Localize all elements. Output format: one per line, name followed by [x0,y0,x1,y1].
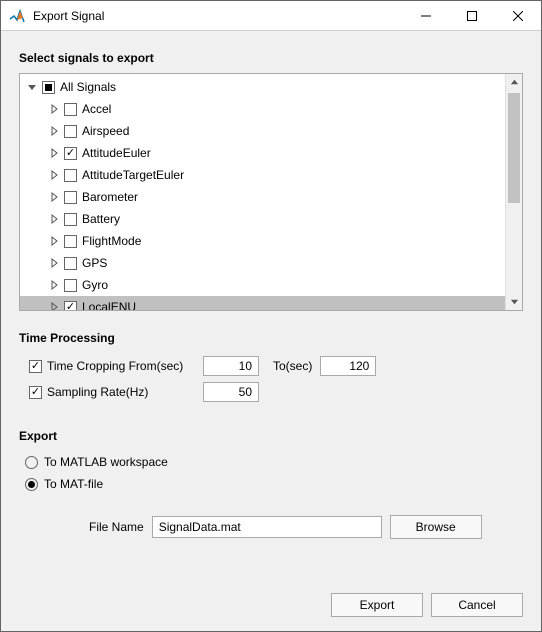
sampling-rate-label: Sampling Rate(Hz) [47,385,195,399]
browse-button[interactable]: Browse [390,515,482,539]
tree-row[interactable]: Barometer [20,186,505,208]
tree-item-label: Airspeed [82,124,129,138]
export-workspace-radio[interactable] [25,456,38,469]
tree-item-label: Battery [82,212,120,226]
tree-item-label: Gyro [82,278,108,292]
export-matfile-label: To MAT-file [44,477,103,491]
export-workspace-row[interactable]: To MATLAB workspace [25,451,523,473]
tree-row[interactable]: Gyro [20,274,505,296]
sampling-rate-input[interactable] [203,382,259,402]
tree-row[interactable]: Battery [20,208,505,230]
sampling-rate-row: ✓ Sampling Rate(Hz) [29,379,523,405]
time-processing-heading: Time Processing [19,331,523,345]
export-matfile-radio[interactable] [25,478,38,491]
tree-row[interactable]: ✓ AttitudeEuler [20,142,505,164]
tree-root-checkbox[interactable] [42,81,55,94]
time-cropping-label: Time Cropping From(sec) [47,359,195,373]
tree-scrollbar[interactable] [505,74,522,310]
tree-row[interactable]: FlightMode [20,230,505,252]
crop-to-input[interactable] [320,356,376,376]
tree-item-label: FlightMode [82,234,141,248]
tree-item-label: Barometer [82,190,138,204]
tree-root-row[interactable]: All Signals [20,76,505,98]
signal-tree-body[interactable]: All Signals Accel Airspeed ✓ AttitudeEuler A… [20,74,505,310]
titlebar: Export Signal [1,1,541,31]
tree-item-label: LocalENU [82,300,136,310]
tree-item-checkbox[interactable]: ✓ [64,301,77,311]
expander-right-icon[interactable] [48,301,60,310]
window-title: Export Signal [33,9,403,23]
tree-root-label: All Signals [60,80,116,94]
tree-item-checkbox[interactable] [64,213,77,226]
time-cropping-row: ✓ Time Cropping From(sec) To(sec) [29,353,523,379]
export-heading: Export [19,429,523,443]
export-workspace-label: To MATLAB workspace [44,455,168,469]
minimize-button[interactable] [403,1,449,31]
tree-item-checkbox[interactable]: ✓ [64,147,77,160]
expander-right-icon[interactable] [48,169,60,181]
maximize-button[interactable] [449,1,495,31]
tree-item-checkbox[interactable] [64,235,77,248]
tree-item-checkbox[interactable] [64,169,77,182]
crop-to-label: To(sec) [273,359,312,373]
tree-row[interactable]: ✓ LocalENU [20,296,505,310]
scroll-thumb[interactable] [508,93,520,203]
tree-row[interactable]: GPS [20,252,505,274]
cancel-button[interactable]: Cancel [431,593,523,617]
expander-down-icon[interactable] [26,81,38,93]
expander-right-icon[interactable] [48,235,60,247]
dialog-footer: Export Cancel [19,571,523,617]
time-processing-section: Time Processing ✓ Time Cropping From(sec… [19,325,523,405]
tree-row[interactable]: Accel [20,98,505,120]
tree-item-label: AttitudeTargetEuler [82,168,184,182]
scroll-up-icon[interactable] [506,74,522,91]
expander-right-icon[interactable] [48,125,60,137]
export-section: Export To MATLAB workspace To MAT-file F… [19,423,523,539]
signal-tree: All Signals Accel Airspeed ✓ AttitudeEuler A… [19,73,523,311]
tree-item-checkbox[interactable] [64,103,77,116]
expander-right-icon[interactable] [48,147,60,159]
export-matfile-row[interactable]: To MAT-file [25,473,523,495]
tree-item-label: AttitudeEuler [82,146,151,160]
export-button[interactable]: Export [331,593,423,617]
close-button[interactable] [495,1,541,31]
crop-from-input[interactable] [203,356,259,376]
tree-item-checkbox[interactable] [64,257,77,270]
dialog-content: Select signals to export All Signals Acc… [1,31,541,631]
expander-right-icon[interactable] [48,103,60,115]
scroll-down-icon[interactable] [506,293,522,310]
tree-item-label: GPS [82,256,107,270]
tree-item-label: Accel [82,102,111,116]
expander-right-icon[interactable] [48,257,60,269]
expander-right-icon[interactable] [48,279,60,291]
file-name-input[interactable] [152,516,382,538]
file-name-label: File Name [89,520,144,534]
expander-right-icon[interactable] [48,213,60,225]
expander-right-icon[interactable] [48,191,60,203]
tree-row[interactable]: Airspeed [20,120,505,142]
tree-row[interactable]: AttitudeTargetEuler [20,164,505,186]
time-cropping-checkbox[interactable]: ✓ [29,360,42,373]
tree-item-checkbox[interactable] [64,279,77,292]
select-signals-heading: Select signals to export [19,51,523,65]
file-name-row: File Name Browse [89,515,523,539]
tree-item-checkbox[interactable] [64,191,77,204]
tree-item-checkbox[interactable] [64,125,77,138]
matlab-icon [9,8,25,24]
sampling-rate-checkbox[interactable]: ✓ [29,386,42,399]
